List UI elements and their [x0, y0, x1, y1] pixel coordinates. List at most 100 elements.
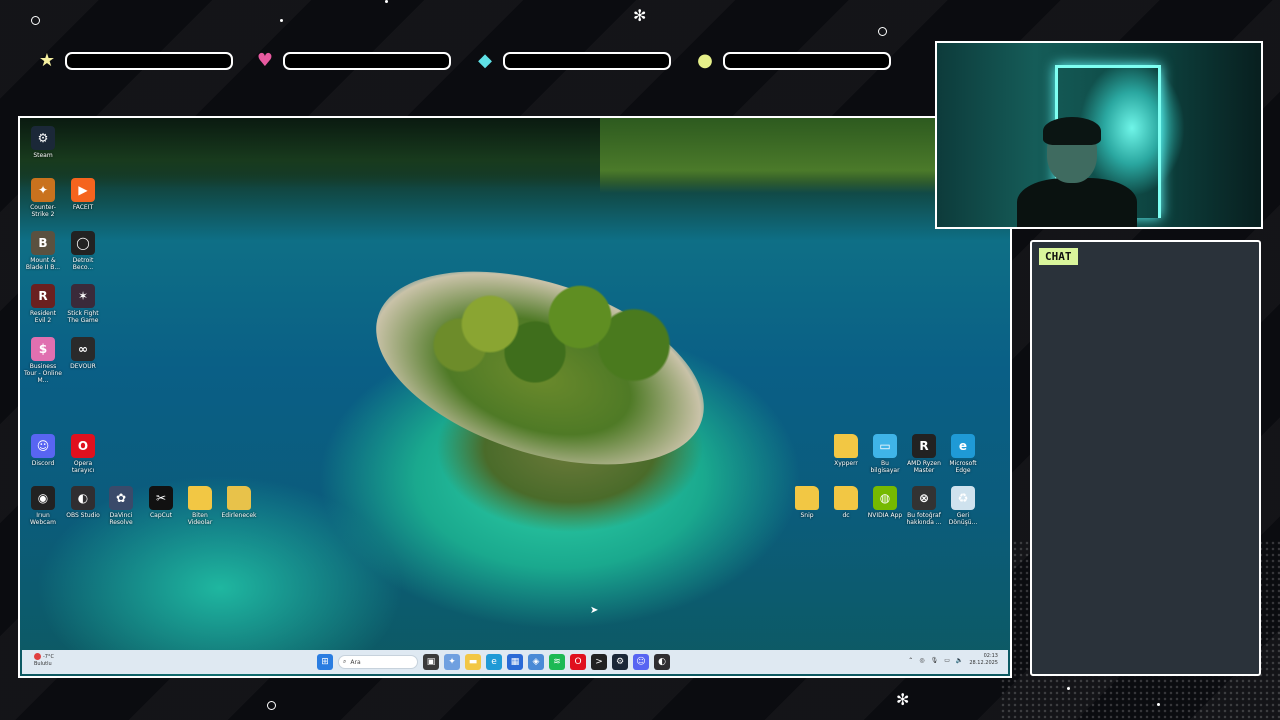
taskbar-search[interactable]: ⌕ Ara [338, 655, 418, 669]
desktop-shortcut[interactable]: ◉ Irıun Webcam [24, 486, 62, 526]
webcam-person-hair [1043, 117, 1101, 145]
cs2-icon: ✦ [31, 178, 55, 202]
steam-icon[interactable]: ⚙ [612, 654, 628, 670]
desktop-shortcut[interactable]: ⊗ Bu fotoğraf hakkında ... [905, 486, 943, 526]
desktop-shortcut-label: OBS Studio [66, 512, 100, 519]
desktop-capture: ⚙ Steam ✦ Counter-Strike 2 ▶ FACEIT B Mount & B… [18, 116, 1012, 678]
desktop-shortcut[interactable]: ✂ CapCut [142, 486, 180, 519]
app-icon[interactable]: ◈ [528, 654, 544, 670]
desktop-shortcut[interactable]: Biten Videolar [181, 486, 219, 526]
heart-icon: ♥ [256, 50, 274, 71]
desktop-shortcut[interactable]: R AMD Ryzen Master [905, 434, 943, 474]
stat-bar-track [723, 52, 891, 70]
bannerlord-icon: B [31, 231, 55, 255]
clock[interactable]: 02:13 28.12.2025 [969, 653, 998, 667]
ryzen-icon: R [912, 434, 936, 458]
stat-bar-track [283, 52, 451, 70]
desktop-shortcut[interactable]: ♻ Geri Dönüşü... [944, 486, 982, 526]
orb-icon: ● [697, 50, 713, 71]
desktop-shortcut-label: Discord [31, 460, 55, 467]
folder-icon [188, 486, 212, 510]
folder-icon [795, 486, 819, 510]
weather-widget[interactable]: -7°C Bulutlu [34, 653, 54, 668]
mouse-cursor-icon: ➤ [590, 605, 599, 616]
desktop-shortcut[interactable]: ◐ OBS Studio [64, 486, 102, 519]
desktop-shortcut-label: Counter-Strike 2 [30, 204, 56, 218]
weather-desc: Bulutlu [34, 661, 52, 667]
desktop-shortcut[interactable]: ∞ DEVOUR [64, 337, 102, 370]
clock-time: 02:13 [983, 653, 998, 659]
folder-icon [834, 434, 858, 458]
desktop-shortcut[interactable]: ◍ NVIDIA App [866, 486, 904, 519]
network-icon[interactable]: ◎ [919, 657, 924, 664]
volume-icon[interactable]: 🔈 [956, 657, 963, 664]
stat-bar-heart: ♥ [255, 50, 451, 72]
desktop-shortcut-label: Business Tour - Online M... [24, 363, 62, 384]
nvidia-icon: ◍ [873, 486, 897, 510]
terminal-icon[interactable]: > [591, 654, 607, 670]
opera-icon[interactable]: O [570, 654, 586, 670]
edge-icon: e [951, 434, 975, 458]
microphone-icon[interactable]: 🎙 [931, 657, 939, 664]
decor-dot [280, 19, 283, 22]
desktop-shortcut[interactable]: ◯ Detroit Beco... [64, 231, 102, 271]
desktop-shortcut[interactable]: Snip [788, 486, 826, 519]
store-icon[interactable]: ▦ [507, 654, 523, 670]
decor-ring [878, 27, 887, 36]
snowflake-icon: ✻ [633, 6, 647, 25]
camera-icon: ⊗ [912, 486, 936, 510]
clock-date: 28.12.2025 [969, 660, 998, 666]
desktop-shortcut[interactable]: ✶ Stick Fight The Game [64, 284, 102, 324]
desktop-shortcut[interactable]: $ Business Tour - Online M... [24, 337, 62, 384]
stickfight-icon: ✶ [71, 284, 95, 308]
desktop-shortcut[interactable]: ▭ Bu bilgisayar [866, 434, 904, 474]
desktop-shortcut[interactable]: ⚙ Steam [24, 126, 62, 159]
desktop-shortcut[interactable]: Xypperr [827, 434, 865, 467]
desktop-shortcut-label: Opera tarayıcı [71, 460, 95, 474]
taskbar: -7°C Bulutlu ⊞ ⌕ Ara ▣ ✦ ▬ e ▦ ◈ ≋ O > ⚙ ☺ ◐ ⌃ ◎ 🎙 ▭ 🔈… [22, 650, 1008, 674]
file-explorer-icon[interactable]: ▬ [465, 654, 481, 670]
widgets-icon[interactable]: ✦ [444, 654, 460, 670]
desktop-shortcut[interactable]: B Mount & Blade II B... [24, 231, 62, 271]
desktop-shortcut[interactable]: dc [827, 486, 865, 519]
windows-start-icon[interactable]: ⊞ [317, 654, 333, 670]
desktop-shortcut[interactable]: ▶ FACEIT [64, 178, 102, 211]
folder-icon [834, 486, 858, 510]
desktop-shortcut-label: Steam [33, 152, 53, 159]
decor-ring [31, 16, 40, 25]
task-view-icon[interactable]: ▣ [423, 654, 439, 670]
decor-dot [1157, 703, 1160, 706]
chevron-up-icon[interactable]: ⌃ [908, 657, 913, 664]
obs-icon: ◐ [71, 486, 95, 510]
desktop-shortcut-label: CapCut [149, 512, 173, 519]
desktop-shortcut-label: Detroit Beco... [72, 257, 94, 271]
desktop-shortcut-label: Bu fotoğraf hakkında ... [906, 512, 942, 526]
weather-temp: -7°C [43, 654, 54, 660]
spotify-icon[interactable]: ≋ [549, 654, 565, 670]
discord-icon: ☺ [31, 434, 55, 458]
webcam-person-body [1017, 178, 1137, 227]
desktop-shortcut[interactable]: ☺ Discord [24, 434, 62, 467]
desktop-shortcut[interactable]: ✿ DaVinci Resolve [102, 486, 140, 526]
display-icon[interactable]: ▭ [944, 657, 950, 664]
desktop-shortcut[interactable]: R Resident Evil 2 [24, 284, 62, 324]
capcut-icon: ✂ [149, 486, 173, 510]
recycle-bin-icon: ♻ [951, 486, 975, 510]
discord-icon[interactable]: ☺ [633, 654, 649, 670]
decor-ring [267, 701, 276, 710]
desktop-shortcut[interactable]: Edirlenecek [220, 486, 258, 519]
desktop-shortcut-label: Edirlenecek [221, 512, 257, 519]
system-tray: ⌃ ◎ 🎙 ▭ 🔈 02:13 28.12.2025 [908, 653, 998, 667]
stat-bar-track [65, 52, 233, 70]
folder-icon [227, 486, 251, 510]
desktop-shortcut-label: Resident Evil 2 [29, 310, 57, 324]
obs-icon[interactable]: ◐ [654, 654, 670, 670]
desktop-shortcut-label: Biten Videolar [187, 512, 213, 526]
desktop-shortcut[interactable]: e Microsoft Edge [944, 434, 982, 474]
edge-icon[interactable]: e [486, 654, 502, 670]
desktop-shortcut[interactable]: ✦ Counter-Strike 2 [24, 178, 62, 218]
desktop-shortcut-label: Stick Fight The Game [67, 310, 99, 324]
iriun-icon: ◉ [31, 486, 55, 510]
decor-dot [385, 0, 388, 3]
desktop-shortcut[interactable]: O Opera tarayıcı [64, 434, 102, 474]
